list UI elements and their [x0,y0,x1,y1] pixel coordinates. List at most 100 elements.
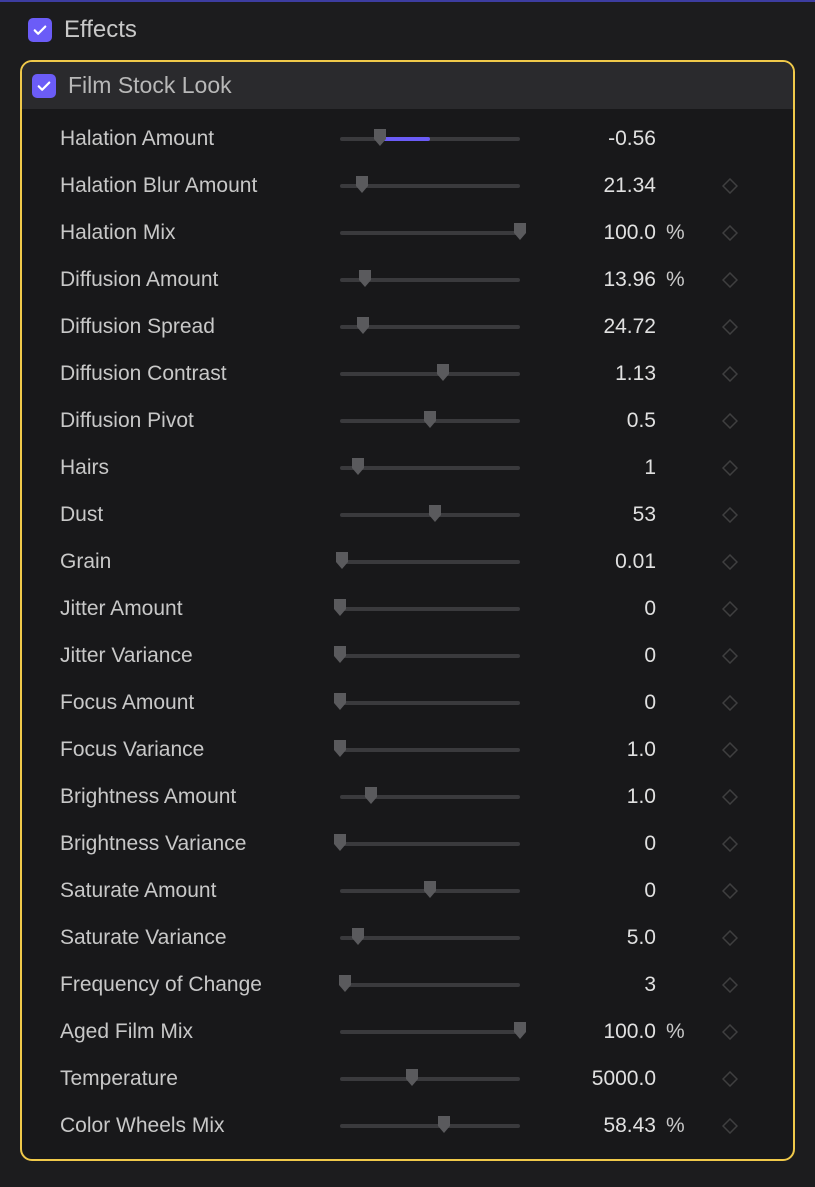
keyframe-diamond-icon[interactable] [690,977,770,993]
param-value[interactable]: 0 [520,832,660,856]
keyframe-diamond-icon[interactable] [690,601,770,617]
param-slider[interactable] [340,924,520,952]
effect-panel-header[interactable]: Film Stock Look [22,62,793,109]
slider-thumb-icon[interactable] [334,552,350,572]
param-slider[interactable] [340,642,520,670]
param-slider[interactable] [340,548,520,576]
param-label: Grain [60,550,340,574]
param-value[interactable]: 1.0 [520,785,660,809]
param-slider[interactable] [340,313,520,341]
param-label: Diffusion Spread [60,315,340,339]
param-slider[interactable] [340,971,520,999]
keyframe-diamond-icon[interactable] [690,319,770,335]
keyframe-diamond-icon[interactable] [690,789,770,805]
param-value[interactable]: 0 [520,691,660,715]
slider-thumb-icon[interactable] [404,1069,420,1089]
slider-thumb-icon[interactable] [422,411,438,431]
slider-thumb-icon[interactable] [332,740,348,760]
param-value[interactable]: 58.43 [520,1114,660,1138]
param-slider[interactable] [340,736,520,764]
param-slider[interactable] [340,360,520,388]
param-value[interactable]: 53 [520,503,660,527]
slider-thumb-icon[interactable] [427,505,443,525]
param-value[interactable]: 0.5 [520,409,660,433]
param-slider[interactable] [340,1065,520,1093]
slider-thumb-icon[interactable] [354,176,370,196]
param-value[interactable]: 5000.0 [520,1067,660,1091]
param-slider[interactable] [340,595,520,623]
param-slider[interactable] [340,783,520,811]
slider-thumb-icon[interactable] [363,787,379,807]
param-slider[interactable] [340,407,520,435]
param-slider[interactable] [340,689,520,717]
param-slider[interactable] [340,501,520,529]
param-value[interactable]: 1.0 [520,738,660,762]
slider-thumb-icon[interactable] [435,364,451,384]
keyframe-diamond-icon[interactable] [690,366,770,382]
param-value[interactable]: 0 [520,597,660,621]
slider-thumb-icon[interactable] [350,928,366,948]
effect-title: Film Stock Look [68,72,232,99]
param-row: Jitter Amount 0 [22,585,793,632]
param-row: Focus Amount0 [22,679,793,726]
slider-thumb-icon[interactable] [512,223,528,243]
param-slider[interactable] [340,1112,520,1140]
keyframe-diamond-icon[interactable] [690,695,770,711]
slider-thumb-icon[interactable] [357,270,373,290]
param-label: Frequency of Change [60,973,340,997]
param-slider[interactable] [340,454,520,482]
param-slider[interactable] [340,877,520,905]
keyframe-diamond-icon[interactable] [690,272,770,288]
slider-thumb-icon[interactable] [422,881,438,901]
param-slider[interactable] [340,219,520,247]
effects-checkbox[interactable] [28,18,52,42]
param-value[interactable]: -0.56 [520,127,660,151]
param-unit: % [660,221,690,245]
slider-thumb-icon[interactable] [332,646,348,666]
keyframe-diamond-icon[interactable] [690,178,770,194]
param-slider[interactable] [340,830,520,858]
slider-thumb-icon[interactable] [332,834,348,854]
param-value[interactable]: 0 [520,644,660,668]
keyframe-diamond-icon[interactable] [690,507,770,523]
slider-thumb-icon[interactable] [332,599,348,619]
param-value[interactable]: 13.96 [520,268,660,292]
param-value[interactable]: 1 [520,456,660,480]
keyframe-diamond-icon[interactable] [690,1024,770,1040]
keyframe-diamond-icon[interactable] [690,930,770,946]
keyframe-diamond-icon[interactable] [690,742,770,758]
param-value[interactable]: 0 [520,879,660,903]
param-slider[interactable] [340,125,520,153]
slider-thumb-icon[interactable] [355,317,371,337]
param-slider[interactable] [340,1018,520,1046]
keyframe-diamond-icon[interactable] [690,883,770,899]
param-value[interactable]: 100.0 [520,221,660,245]
param-slider[interactable] [340,172,520,200]
param-value[interactable]: 21.34 [520,174,660,198]
param-value[interactable]: 0.01 [520,550,660,574]
param-value[interactable]: 100.0 [520,1020,660,1044]
keyframe-diamond-icon[interactable] [690,413,770,429]
slider-thumb-icon[interactable] [372,129,388,149]
param-value[interactable]: 3 [520,973,660,997]
keyframe-diamond-icon[interactable] [690,1118,770,1134]
slider-thumb-icon[interactable] [436,1116,452,1136]
param-slider[interactable] [340,266,520,294]
param-value[interactable]: 5.0 [520,926,660,950]
param-label: Jitter Amount [60,597,340,621]
param-value[interactable]: 1.13 [520,362,660,386]
slider-thumb-icon[interactable] [337,975,353,995]
keyframe-diamond-icon[interactable] [690,460,770,476]
effect-enable-checkbox[interactable] [32,74,56,98]
param-value[interactable]: 24.72 [520,315,660,339]
keyframe-diamond-icon[interactable] [690,836,770,852]
keyframe-diamond-icon[interactable] [690,554,770,570]
slider-thumb-icon[interactable] [332,693,348,713]
keyframe-diamond-icon[interactable] [690,225,770,241]
effects-header: Effects [0,2,815,60]
param-label: Diffusion Pivot [60,409,340,433]
slider-thumb-icon[interactable] [512,1022,528,1042]
keyframe-diamond-icon[interactable] [690,648,770,664]
keyframe-diamond-icon[interactable] [690,1071,770,1087]
slider-thumb-icon[interactable] [350,458,366,478]
